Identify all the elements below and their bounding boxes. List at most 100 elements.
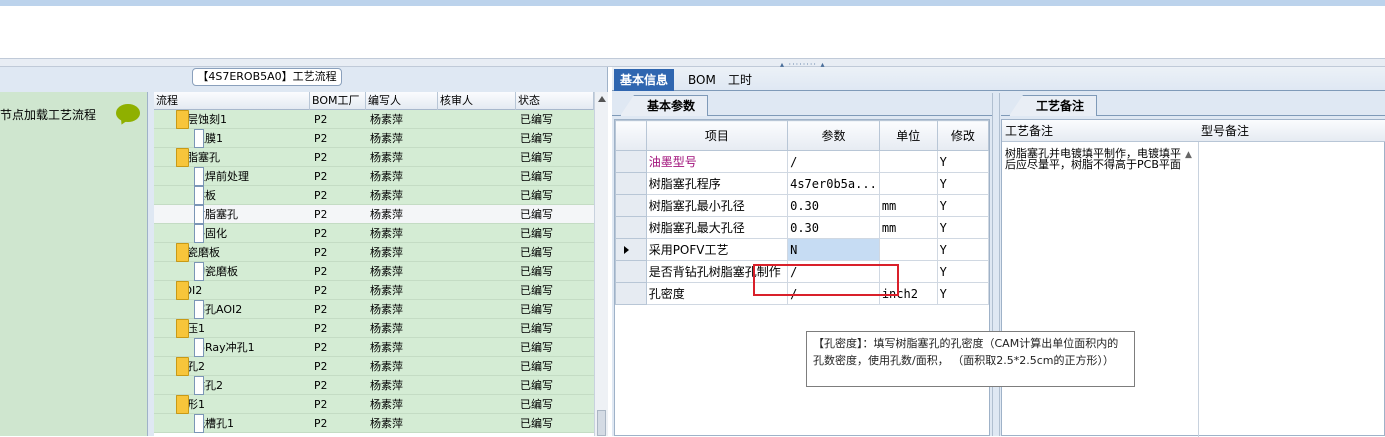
param-unit[interactable] [878,238,938,261]
subtab-process-notes[interactable]: 工艺备注 [1009,95,1098,116]
row-header[interactable] [615,150,647,173]
row-header[interactable] [615,238,647,261]
param-value[interactable]: 0.30 [787,194,880,217]
tree-bom: P2 [314,360,328,373]
tree-scrollbar[interactable] [594,92,608,436]
param-grid-area: 项目 参数 单位 修改 油墨型号 / Y 树脂塞孔程序 4s7er0b5a... Y 树脂塞… [614,119,990,436]
param-value[interactable]: N [787,238,880,261]
tree-row[interactable]: −钻孔2P2杨素萍已编写 [154,357,594,376]
tree-writer: 杨素萍 [370,189,403,202]
param-row[interactable]: 采用POFV工艺 N Y [615,238,990,261]
tree-bom: P2 [314,246,328,259]
param-modify[interactable]: Y [936,238,990,261]
tree-status: 已编写 [520,208,553,221]
param-item[interactable]: 采用POFV工艺 [645,238,789,261]
tree-writer: 杨素萍 [370,379,403,392]
tab-basic-info[interactable]: 基本信息 [614,69,675,91]
tree-status: 已编写 [520,398,553,411]
tree-row[interactable]: −层压1P2杨素萍已编写 [154,319,594,338]
tree-bom: P2 [314,189,328,202]
tree-row[interactable]: 阻焊前处理 P2 杨素萍 已编写 [154,167,594,186]
tree-status: 已编写 [520,284,553,297]
tree-status: 已编写 [520,246,553,259]
tree-bom: P2 [314,322,328,335]
note-scroll-up-icon[interactable]: ▲ [1185,150,1192,160]
subtab-basic-params[interactable]: 基本参数 [620,95,709,116]
tree-status: 已编写 [520,341,553,354]
col-flow[interactable]: 流程 [154,92,310,110]
tree-row[interactable]: −树脂塞孔P2杨素萍已编写 [154,148,594,167]
tab-hours[interactable]: 工时 [722,69,758,91]
param-modify[interactable]: Y [936,172,990,195]
param-row[interactable]: 油墨型号 / Y [615,150,990,173]
tree-row[interactable]: −外层蚀刻1P2杨素萍已编写 [154,110,594,129]
param-value[interactable]: 0.30 [787,216,880,239]
notes-grid: 工艺备注 型号备注 树脂塞孔并电镀填平制作，电镀填平后应尽量平，树脂不得高于PC… [1001,119,1385,437]
folder-icon [176,357,189,376]
param-row[interactable]: 树脂塞孔最小孔径 0.30 mm Y [615,194,990,217]
tree-row[interactable]: 树脂塞孔 P2 杨素萍 已编写 [154,205,594,224]
tree-row[interactable]: 塞孔AOI2 P2 杨素萍 已编写 [154,300,594,319]
current-row-icon [624,246,629,254]
row-header[interactable] [615,260,647,283]
param-item[interactable]: 树脂塞孔程序 [645,172,789,195]
speech-bubble-icon[interactable] [116,104,140,122]
tree-bom: P2 [314,303,328,316]
tree-status: 已编写 [520,151,553,164]
param-unit[interactable]: mm [878,194,938,217]
tab-bom[interactable]: BOM [682,69,722,91]
scroll-up-icon[interactable] [598,96,606,102]
col-reviewer[interactable]: 核审人 [438,92,516,110]
tree-row[interactable]: −陶瓷磨板P2杨素萍已编写 [154,243,594,262]
tree-writer: 杨素萍 [370,284,403,297]
param-col-unit[interactable]: 单位 [878,120,938,151]
param-unit[interactable]: mm [878,216,938,239]
param-unit[interactable] [878,172,938,195]
tree-bom: P2 [314,265,328,278]
row-header[interactable] [615,282,647,305]
col-writer[interactable]: 编写人 [366,92,438,110]
col-bom[interactable]: BOM工厂 [310,92,366,110]
process-note-text[interactable]: 树脂塞孔并电镀填平制作，电镀填平后应尽量平，树脂不得高于PCB平面 [1005,148,1185,170]
param-modify[interactable]: Y [936,150,990,173]
param-row[interactable]: 树脂塞孔最大孔径 0.30 mm Y [615,216,990,239]
tree-row[interactable]: X-Ray冲孔1 P2 杨素萍 已编写 [154,338,594,357]
param-value[interactable]: 4s7er0b5a... [787,172,880,195]
col-status[interactable]: 状态 [516,92,594,110]
tree-bom: P2 [314,170,328,183]
param-value[interactable]: / [787,150,880,173]
param-modify[interactable]: Y [936,216,990,239]
horizontal-splitter[interactable]: ▴ ········ ▴ [0,58,1385,69]
param-col-modify[interactable]: 修改 [936,120,990,151]
tree-row[interactable]: 陶瓷磨板 P2 杨素萍 已编写 [154,262,594,281]
row-header[interactable] [615,216,647,239]
folder-icon [176,395,189,414]
scroll-thumb[interactable] [597,410,606,436]
tree-writer: 杨素萍 [370,208,403,221]
param-col-param[interactable]: 参数 [787,120,880,151]
notes-column-divider [1198,142,1199,437]
notes-col-process[interactable]: 工艺备注 [1002,120,1053,142]
tree-row[interactable]: 终固化 P2 杨素萍 已编写 [154,224,594,243]
tree-row[interactable]: 退膜1 P2 杨素萍 已编写 [154,129,594,148]
row-header[interactable] [615,194,647,217]
file-icon [194,414,204,433]
tree-row[interactable]: 烘板 P2 杨素萍 已编写 [154,186,594,205]
notes-col-model[interactable]: 型号备注 [1198,120,1249,142]
param-item[interactable]: 树脂塞孔最小孔径 [645,194,789,217]
param-col-item[interactable]: 项目 [645,120,789,151]
tree-row[interactable]: 铣槽孔1 P2 杨素萍 已编写 [154,414,594,433]
detail-tabs: 基本信息 BOM 工时 [612,67,1385,91]
tree-row[interactable]: −外形1P2杨素萍已编写 [154,395,594,414]
param-modify[interactable]: Y [936,260,990,283]
param-modify[interactable]: Y [936,194,990,217]
tree-row[interactable]: −AOI2P2杨素萍已编写 [154,281,594,300]
param-unit[interactable] [878,150,938,173]
tree-writer: 杨素萍 [370,322,403,335]
param-item[interactable]: 油墨型号 [645,150,789,173]
param-item[interactable]: 树脂塞孔最大孔径 [645,216,789,239]
param-modify[interactable]: Y [936,282,990,305]
param-row[interactable]: 树脂塞孔程序 4s7er0b5a... Y [615,172,990,195]
row-header[interactable] [615,172,647,195]
tree-row[interactable]: 钻孔2 P2 杨素萍 已编写 [154,376,594,395]
